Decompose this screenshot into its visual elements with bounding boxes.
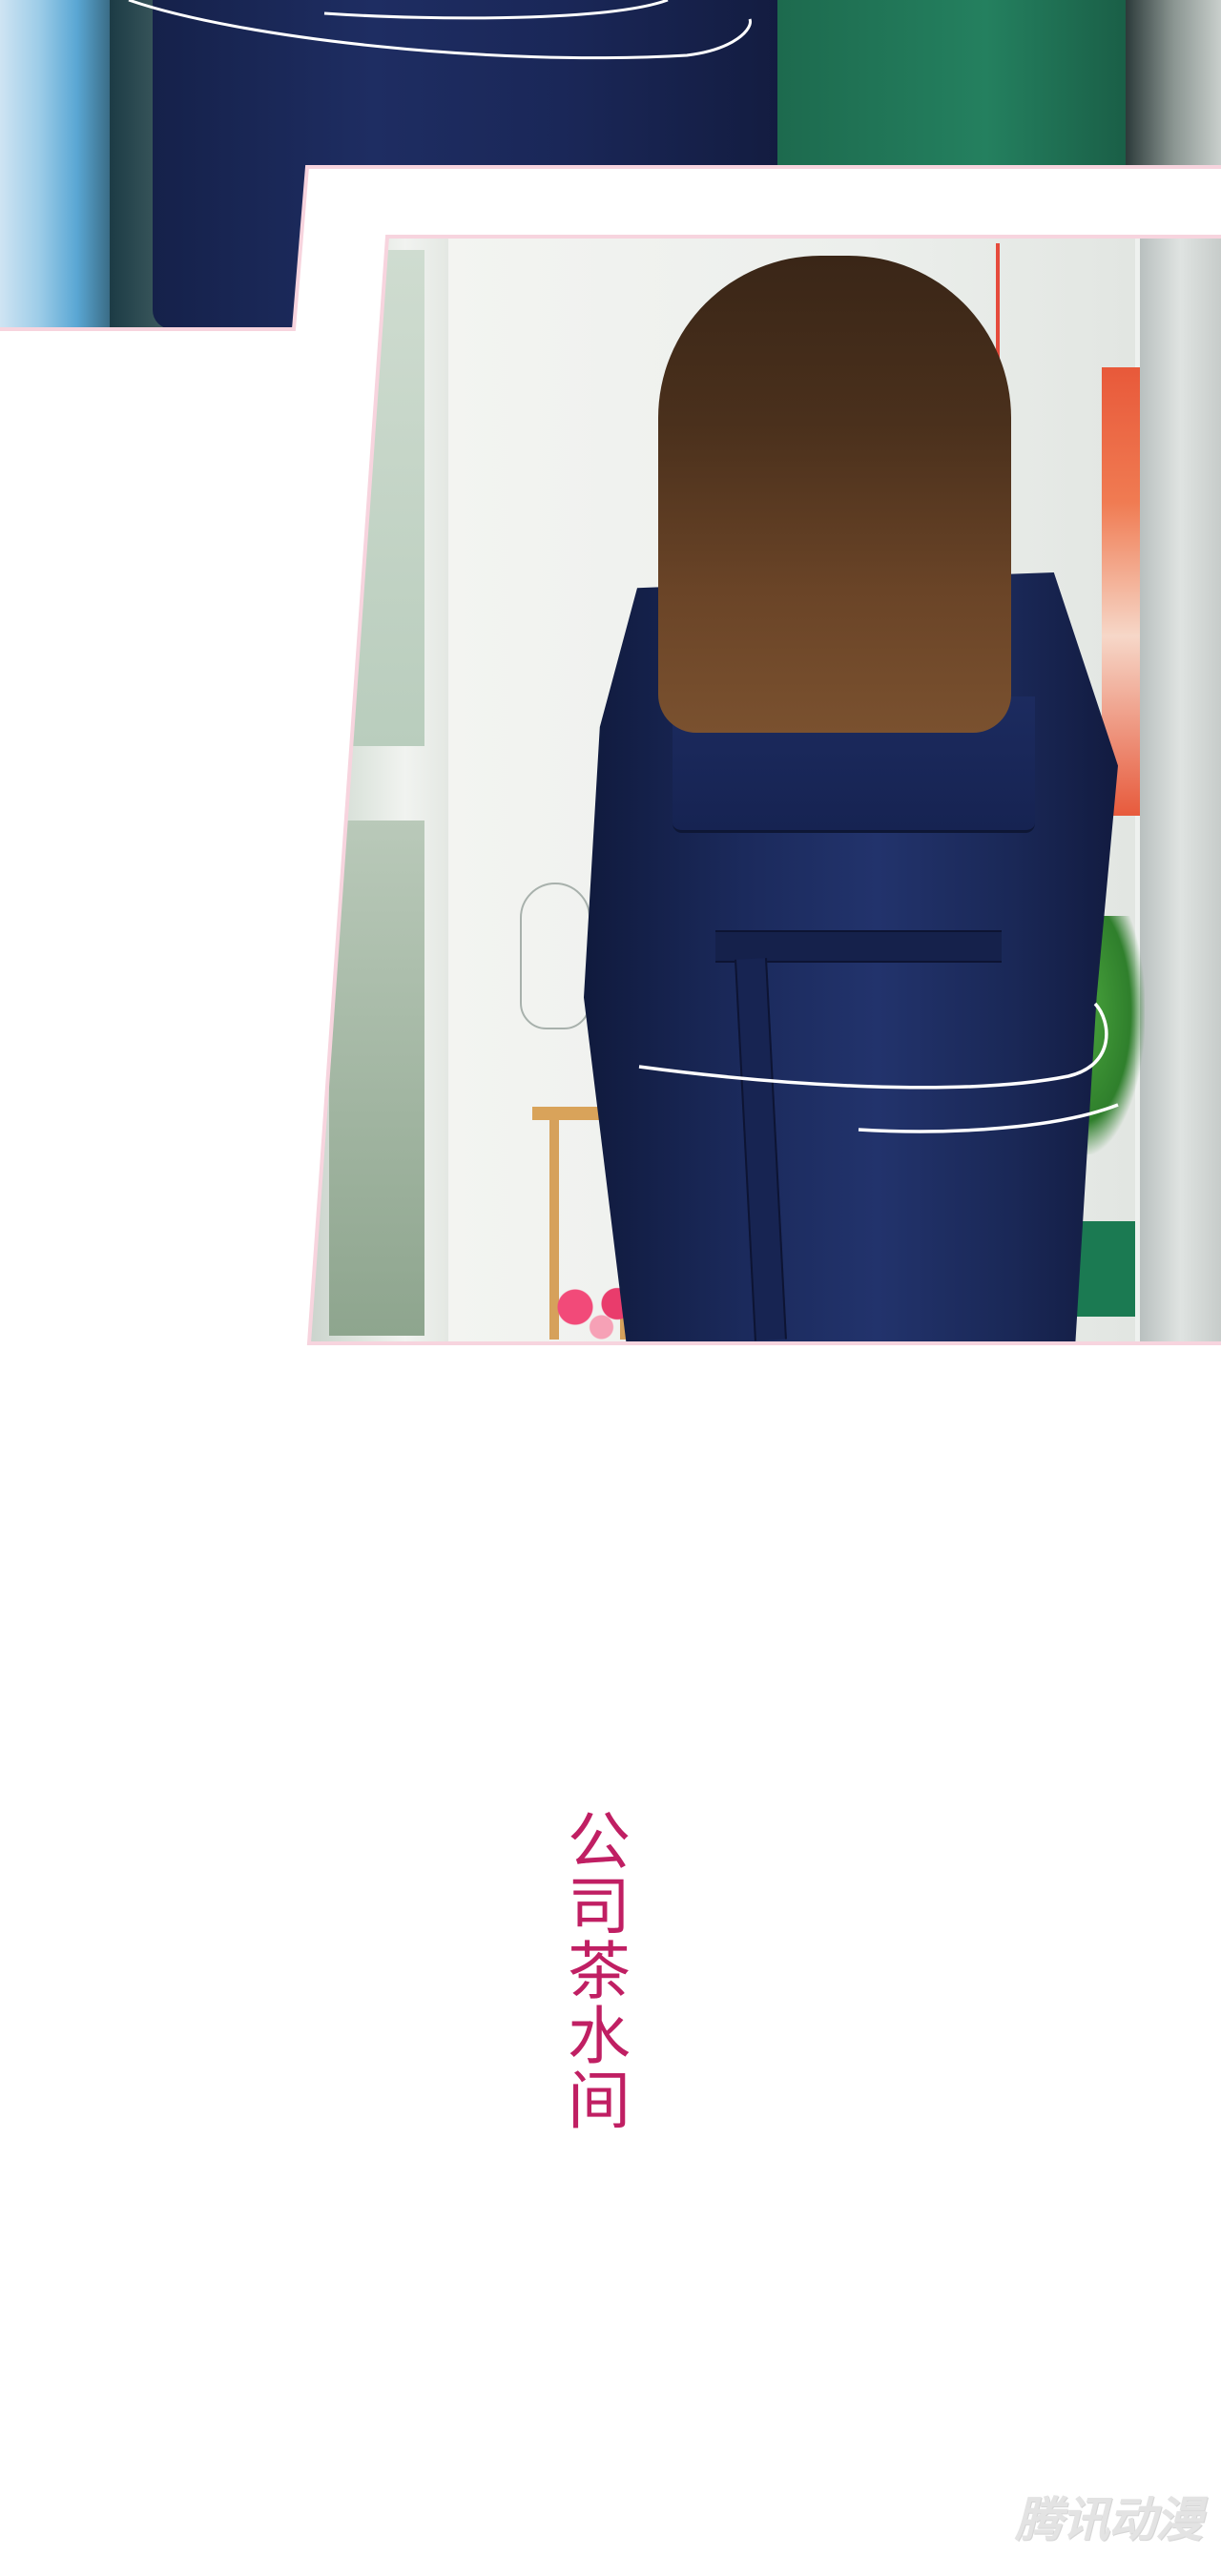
location-caption: 公司茶水间 <box>557 1808 631 2132</box>
main-motion-lines <box>306 235 1221 1345</box>
tencent-comics-watermark: 腾讯动漫 <box>1015 2492 1203 2547</box>
panel-border-main <box>306 235 1221 1345</box>
